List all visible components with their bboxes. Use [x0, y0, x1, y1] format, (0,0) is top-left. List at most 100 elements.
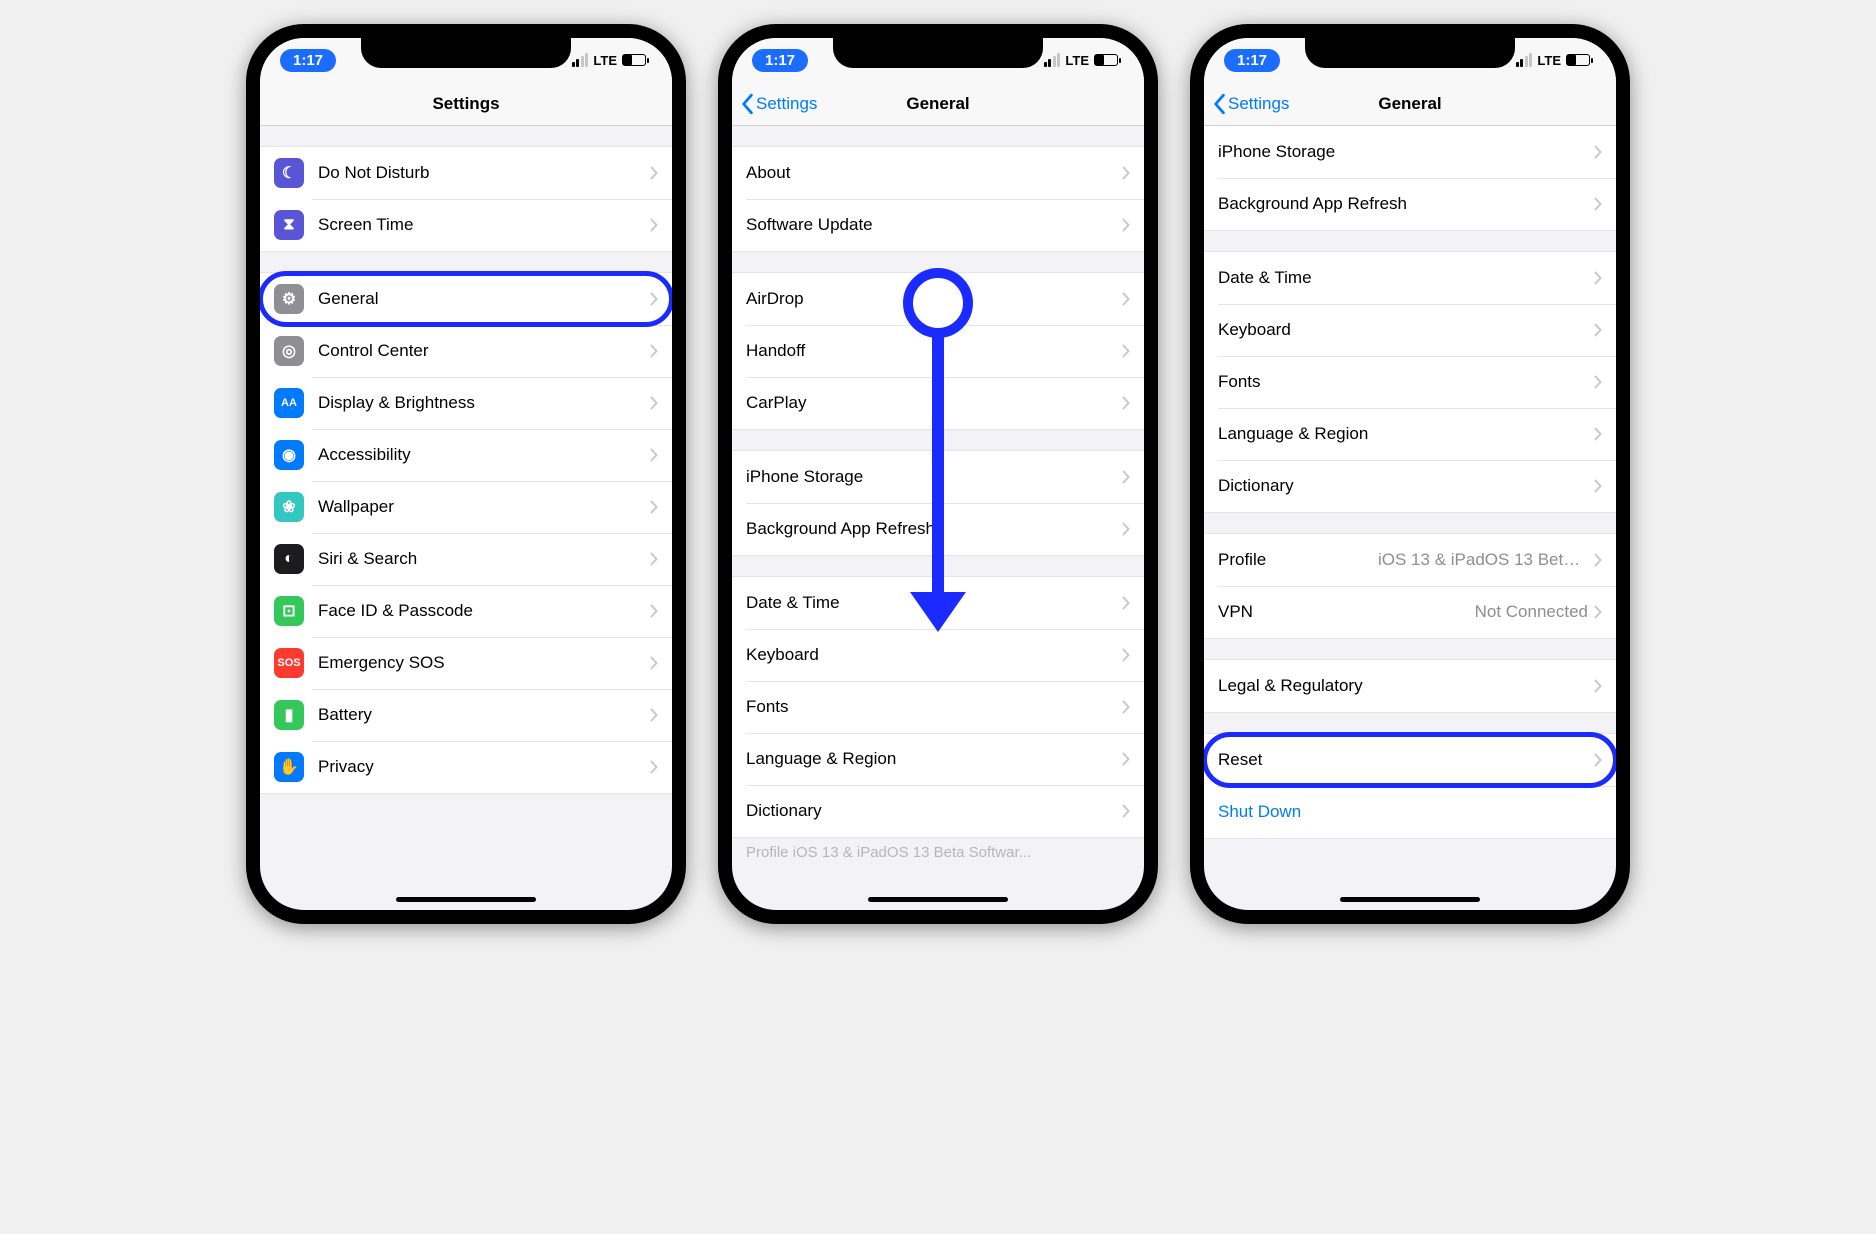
- row-label: iPhone Storage: [746, 467, 1122, 487]
- chevron-right-icon: [1122, 804, 1130, 818]
- row-label: Dictionary: [1218, 476, 1594, 496]
- home-indicator[interactable]: [868, 897, 1008, 902]
- settings-row-general[interactable]: ⚙General: [260, 273, 672, 325]
- row-label: Wallpaper: [318, 497, 650, 517]
- settings-row-profile[interactable]: ProfileiOS 13 & iPadOS 13 Beta Softwar..…: [1204, 534, 1616, 586]
- settings-row-language-region[interactable]: Language & Region: [732, 733, 1144, 785]
- settings-row-reset[interactable]: Reset: [1204, 734, 1616, 786]
- settings-row-do-not-disturb[interactable]: ☾ Do Not Disturb: [260, 147, 672, 199]
- screen-settings: 1:17 LTE Settings ☾Do Not Disturb⧗Screen…: [260, 38, 672, 910]
- settings-row-fonts[interactable]: Fonts: [1204, 356, 1616, 408]
- settings-row-keyboard[interactable]: Keyboard: [1204, 304, 1616, 356]
- settings-row-language-region[interactable]: Language & Region: [1204, 408, 1616, 460]
- settings-row-background-app-refresh[interactable]: Background App Refresh: [1204, 178, 1616, 230]
- settings-row-iphone-storage[interactable]: iPhone Storage: [1204, 126, 1616, 178]
- settings-row-dictionary[interactable]: Dictionary: [732, 785, 1144, 837]
- settings-row-keyboard[interactable]: Keyboard: [732, 629, 1144, 681]
- chevron-right-icon: [1594, 271, 1602, 285]
- settings-group: Reset Shut Down: [1204, 733, 1616, 839]
- chevron-right-icon: [650, 218, 658, 232]
- settings-row-emergency-sos[interactable]: SOSEmergency SOS: [260, 637, 672, 689]
- settings-row-dictionary[interactable]: Dictionary: [1204, 460, 1616, 512]
- row-label: AirDrop: [746, 289, 1122, 309]
- nav-bar: Settings General: [1204, 82, 1616, 126]
- row-label: Emergency SOS: [318, 653, 650, 673]
- aa-icon: AA: [274, 388, 304, 418]
- general-list[interactable]: About Software Update AirDrop Handoff CarPla…: [732, 146, 1144, 838]
- settings-row-about[interactable]: About: [732, 147, 1144, 199]
- row-label: Fonts: [1218, 372, 1594, 392]
- row-label: Handoff: [746, 341, 1122, 361]
- settings-group: ☾ Do Not Disturb ⧗Screen Time: [260, 146, 672, 252]
- settings-row-wallpaper[interactable]: ❀ Wallpaper: [260, 481, 672, 533]
- signal-icon: [572, 53, 589, 67]
- settings-row-software-update[interactable]: Software Update: [732, 199, 1144, 251]
- chevron-right-icon: [650, 292, 658, 306]
- chevron-right-icon: [1594, 197, 1602, 211]
- back-button[interactable]: Settings: [740, 82, 817, 125]
- row-label: Software Update: [746, 215, 1122, 235]
- flower-icon: ❀: [274, 492, 304, 522]
- settings-row-legal-regulatory[interactable]: Legal & Regulatory: [1204, 660, 1616, 712]
- chevron-right-icon: [650, 166, 658, 180]
- settings-row-face-id-passcode[interactable]: ⊡Face ID & Passcode: [260, 585, 672, 637]
- battery-icon: [622, 54, 646, 66]
- row-label: Keyboard: [746, 645, 1122, 665]
- row-label: Do Not Disturb: [318, 163, 650, 183]
- settings-row-background-app-refresh[interactable]: Background App Refresh: [732, 503, 1144, 555]
- notch: [361, 38, 571, 68]
- row-label: Accessibility: [318, 445, 650, 465]
- settings-row-battery[interactable]: ▮Battery: [260, 689, 672, 741]
- settings-row-vpn[interactable]: VPNNot Connected: [1204, 586, 1616, 638]
- home-indicator[interactable]: [396, 897, 536, 902]
- screen-general-scrolled: 1:17 LTE Settings General iPhone Storage…: [1204, 38, 1616, 910]
- row-label: Control Center: [318, 341, 650, 361]
- row-label: Language & Region: [1218, 424, 1594, 444]
- settings-row-accessibility[interactable]: ◉Accessibility: [260, 429, 672, 481]
- gear-icon: ⚙: [274, 284, 304, 314]
- chevron-right-icon: [650, 344, 658, 358]
- chevron-right-icon: [650, 396, 658, 410]
- chevron-right-icon: [1594, 323, 1602, 337]
- row-label: About: [746, 163, 1122, 183]
- row-label: Reset: [1218, 750, 1594, 770]
- chevron-right-icon: [1122, 218, 1130, 232]
- row-label: Battery: [318, 705, 650, 725]
- back-button[interactable]: Settings: [1212, 82, 1289, 125]
- back-label: Settings: [1228, 94, 1289, 114]
- row-label: iPhone Storage: [1218, 142, 1594, 162]
- settings-row-date-time[interactable]: Date & Time: [1204, 252, 1616, 304]
- row-label: Display & Brightness: [318, 393, 650, 413]
- settings-list[interactable]: ☾ Do Not Disturb ⧗Screen Time ⚙General ◎ Cont…: [260, 146, 672, 794]
- settings-row-control-center[interactable]: ◎ Control Center: [260, 325, 672, 377]
- settings-group: AirDrop Handoff CarPlay: [732, 272, 1144, 430]
- chevron-right-icon: [650, 604, 658, 618]
- settings-row-handoff[interactable]: Handoff: [732, 325, 1144, 377]
- row-label: Face ID & Passcode: [318, 601, 650, 621]
- page-title: Settings: [432, 94, 499, 114]
- settings-row-shut-down[interactable]: Shut Down: [1204, 786, 1616, 838]
- toggles-icon: ◎: [274, 336, 304, 366]
- network-label: LTE: [1065, 53, 1089, 68]
- chevron-right-icon: [1594, 479, 1602, 493]
- row-label: Fonts: [746, 697, 1122, 717]
- settings-row-display-brightness[interactable]: AA Display & Brightness: [260, 377, 672, 429]
- row-label: Language & Region: [746, 749, 1122, 769]
- settings-row-airdrop[interactable]: AirDrop: [732, 273, 1144, 325]
- settings-row-screen-time[interactable]: ⧗Screen Time: [260, 199, 672, 251]
- hourglass-icon: ⧗: [274, 210, 304, 240]
- moon-icon: ☾: [274, 158, 304, 188]
- settings-row-siri-search[interactable]: ◐Siri & Search: [260, 533, 672, 585]
- settings-group: iPhone Storage Background App Refresh: [1204, 126, 1616, 231]
- chevron-right-icon: [650, 448, 658, 462]
- settings-row-fonts[interactable]: Fonts: [732, 681, 1144, 733]
- general-list-scrolled[interactable]: iPhone Storage Background App Refresh Date…: [1204, 126, 1616, 839]
- partial-row: Profile iOS 13 & iPadOS 13 Beta Softwar.…: [732, 838, 1144, 861]
- chevron-left-icon: [1212, 93, 1226, 115]
- home-indicator[interactable]: [1340, 897, 1480, 902]
- row-label: VPN: [1218, 602, 1475, 622]
- settings-row-carplay[interactable]: CarPlay: [732, 377, 1144, 429]
- settings-row-privacy[interactable]: ✋Privacy: [260, 741, 672, 793]
- settings-row-date-time[interactable]: Date & Time: [732, 577, 1144, 629]
- settings-row-iphone-storage[interactable]: iPhone Storage: [732, 451, 1144, 503]
